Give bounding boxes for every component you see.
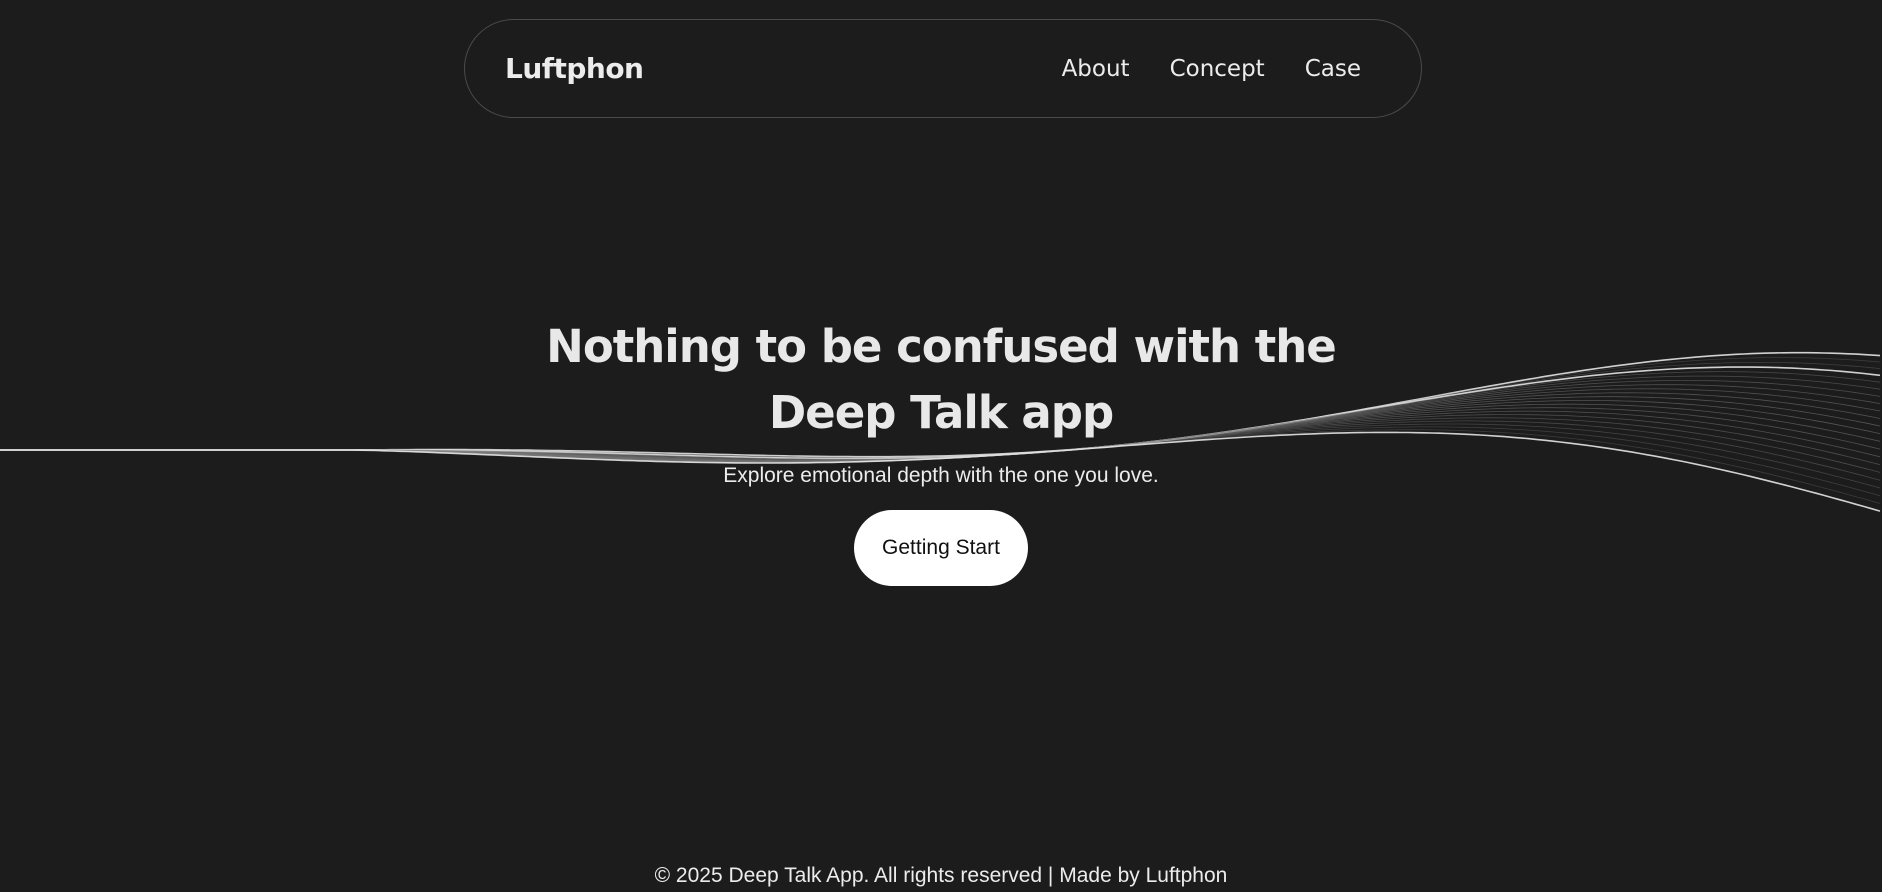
page: Luftphon About Concept Case Nothing to b…	[0, 0, 1882, 892]
hero-subtitle: Explore emotional depth with the one you…	[723, 464, 1159, 487]
nav-link-concept[interactable]: Concept	[1170, 56, 1265, 82]
nav-link-case[interactable]: Case	[1305, 56, 1361, 82]
brand-logo[interactable]: Luftphon	[505, 52, 644, 85]
hero-title: Nothing to be confused with the Deep Tal…	[491, 314, 1391, 446]
footer-text: © 2025 Deep Talk App. All rights reserve…	[654, 864, 1228, 887]
nav-link-about[interactable]: About	[1062, 56, 1130, 82]
hero-section: Nothing to be confused with the Deep Tal…	[0, 314, 1882, 586]
hero-title-line-2: Deep Talk app	[768, 386, 1114, 439]
getting-start-button[interactable]: Getting Start	[854, 510, 1028, 586]
hero-title-line-1: Nothing to be confused with the	[546, 320, 1337, 373]
nav-links: About Concept Case	[1062, 56, 1361, 82]
navbar: Luftphon About Concept Case	[464, 19, 1422, 118]
footer: © 2025 Deep Talk App. All rights reserve…	[0, 864, 1882, 888]
